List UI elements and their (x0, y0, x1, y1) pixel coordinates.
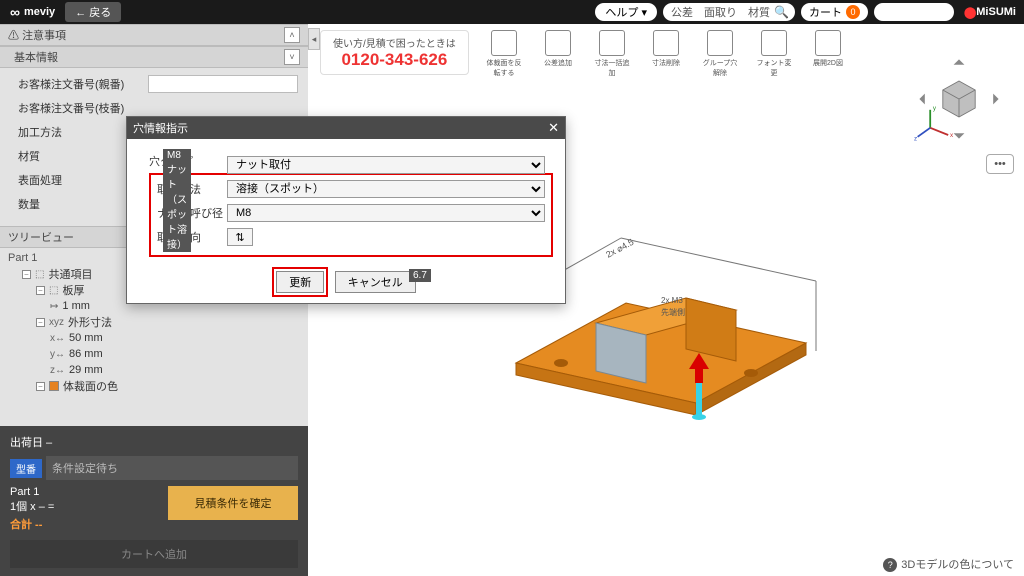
tool-font[interactable]: フォント変更 (754, 30, 794, 84)
cart-count: 0 (846, 5, 860, 19)
order-no2-label: お客様注文番号(枝番) (18, 100, 148, 116)
tool-del-dim[interactable]: 寸法削除 (646, 30, 686, 84)
svg-text:2x M3: 2x M3 (661, 296, 683, 305)
mount-dir-button[interactable]: ⇅ (227, 228, 253, 246)
dialog-highlight-box: ナット取付 取付方法 溶接（スポット） ナット呼び径 M8 取付方向 ⇅ (149, 173, 553, 257)
svg-text:2x ⌀4.5: 2x ⌀4.5 (604, 237, 635, 260)
order-no1-label: お客様注文番号(親番) (18, 76, 148, 92)
search-box[interactable]: 公差 面取り 材質 🔍 (663, 3, 795, 21)
meviy-logo: ∞ meviy (0, 4, 65, 20)
cart-button[interactable]: カート 0 (801, 3, 868, 21)
dialog-close-icon[interactable]: ✕ (548, 120, 559, 136)
model-badge: 型番 (10, 459, 42, 478)
view-cube[interactable]: y x z (914, 54, 1004, 144)
support-phone: 使い方/見積で困ったときは 0120-343-626 (320, 30, 469, 75)
tool-2d-unfold[interactable]: 展開2D図 (808, 30, 848, 84)
panel-caution[interactable]: ⚠ 注意事項 ˄ (0, 24, 308, 46)
svg-text:y: y (933, 105, 937, 112)
search-icon: 🔍 (774, 5, 789, 19)
tree-dim-x[interactable]: x↔50 mm (50, 330, 308, 346)
tool-tolerance[interactable]: 公差追加 (538, 30, 578, 84)
tool-group-hole[interactable]: グループ穴解除 (700, 30, 740, 84)
sidebar-collapse-tab[interactable]: ◂ (308, 28, 320, 50)
condition-box[interactable]: 条件設定待ち (46, 456, 298, 480)
footer-help-link[interactable]: ?3Dモデルの色について (883, 556, 1014, 572)
dialog-titlebar[interactable]: 穴情報指示 ✕ (127, 117, 565, 139)
add-to-cart-button[interactable]: カートへ追加 (10, 540, 298, 568)
back-button[interactable]: ← 戻る (65, 2, 121, 22)
misumi-brand: ⬤MiSUMi (964, 3, 1016, 21)
help-icon: ? (883, 558, 897, 572)
dialog-update-button[interactable]: 更新 (276, 271, 324, 293)
tool-bulk-dim[interactable]: 寸法一括追加 (592, 30, 632, 84)
drawing-label: M8 ナット（スポット溶接） (163, 149, 191, 252)
collapse-icon[interactable]: ˅ (284, 49, 300, 65)
logo-mark: ∞ (10, 4, 20, 20)
confirm-quote-button[interactable]: 見積条件を確定 (168, 486, 298, 520)
mount-method-select[interactable]: 溶接（スポット） (227, 180, 545, 198)
help-menu[interactable]: ヘルプ ▾ (595, 3, 657, 21)
tree-dim-y[interactable]: y↔86 mm (50, 346, 308, 362)
collapse-icon[interactable]: ˄ (284, 27, 300, 43)
search-placeholder: 公差 面取り 材質 (671, 4, 770, 20)
toolbar: 体裁面を反転する 公差追加 寸法一括追加 寸法削除 グループ穴解除 フォント変更… (484, 30, 848, 84)
panel-basic[interactable]: 基本情報 ˅ (0, 46, 308, 68)
account-menu[interactable] (874, 3, 954, 21)
more-actions-button[interactable]: ••• (986, 154, 1014, 174)
tree-dim-z[interactable]: z↔29 mm (50, 362, 308, 378)
svg-text:x: x (950, 132, 954, 139)
quote-panel: 出荷日 – 型番 条件設定待ち 見積条件を確定 Part 1 1個 x – = … (0, 426, 308, 576)
hole-type-select[interactable]: ナット取付 (227, 156, 545, 174)
tool-flip-face[interactable]: 体裁面を反転する (484, 30, 524, 84)
dialog-cancel-button[interactable]: キャンセル (335, 271, 416, 293)
order-no1-input[interactable] (148, 75, 298, 93)
svg-text:先端側: 先端側 (661, 307, 685, 317)
hole-info-dialog: 穴情報指示 ✕ M8 ナット（スポット溶接） (126, 116, 566, 304)
tree-dims[interactable]: –xyz外形寸法 (36, 314, 308, 330)
logo-text: meviy (24, 6, 55, 18)
tree-color[interactable]: –体裁面の色 (36, 378, 308, 394)
app-header: ∞ meviy ← 戻る ヘルプ ▾ 公差 面取り 材質 🔍 カート 0 ⬤Mi… (0, 0, 1024, 24)
drawing-dim-67: 6.7 (409, 269, 431, 282)
ship-date: 出荷日 – (10, 434, 298, 450)
svg-text:z: z (914, 135, 917, 142)
nut-size-select[interactable]: M8 (227, 204, 545, 222)
